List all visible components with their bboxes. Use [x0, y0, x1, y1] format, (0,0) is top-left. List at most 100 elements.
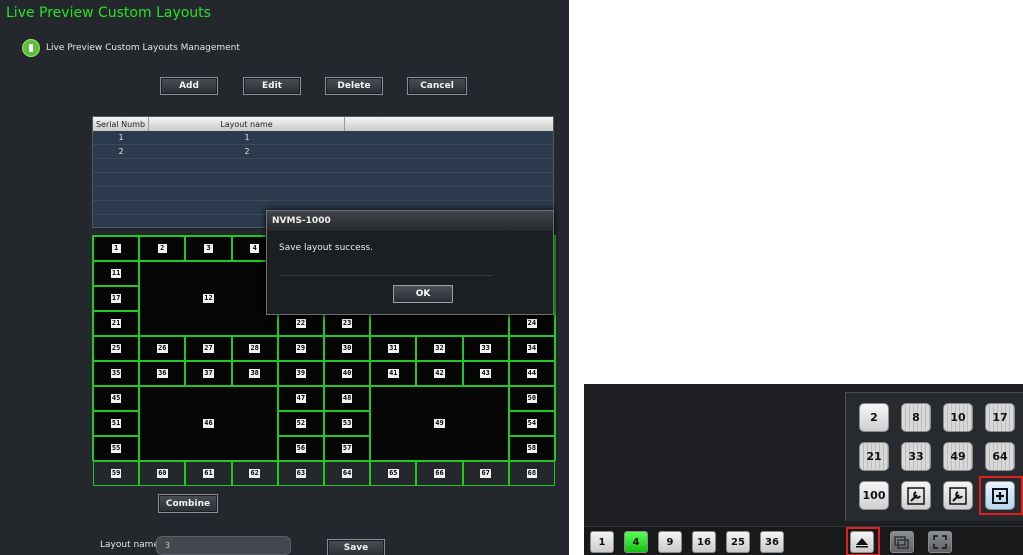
- grid-cell-31[interactable]: 31: [370, 336, 417, 361]
- column-layout-name[interactable]: Layout name: [149, 117, 345, 131]
- grid-cell-63[interactable]: 63: [277, 461, 324, 486]
- layout-10-button[interactable]: 10: [943, 403, 973, 432]
- layout-16-button[interactable]: 16: [692, 531, 716, 553]
- grid-cell-45[interactable]: 45: [93, 386, 140, 411]
- wrench-icon[interactable]: [943, 481, 973, 510]
- layout-49-button[interactable]: 49: [943, 442, 973, 471]
- grid-cell-66[interactable]: 66: [416, 461, 463, 486]
- channel-number: 47: [295, 394, 307, 403]
- grid-cell-3[interactable]: 3: [185, 236, 232, 261]
- grid-cell-27[interactable]: 27: [185, 336, 232, 361]
- channel-number: 59: [110, 469, 122, 478]
- table-row-empty: [93, 173, 553, 187]
- edit-button[interactable]: Edit: [243, 77, 301, 95]
- grid-cell-60[interactable]: 60: [139, 461, 186, 486]
- grid-cell-59[interactable]: 59: [93, 461, 140, 486]
- grid-cell-50[interactable]: 50: [508, 386, 555, 411]
- grid-cell-35[interactable]: 35: [93, 361, 140, 386]
- grid-cell-1[interactable]: 1: [93, 236, 140, 261]
- grid-cell-29[interactable]: 29: [277, 336, 324, 361]
- channel-number: 50: [526, 394, 538, 403]
- channel-number: 35: [110, 369, 122, 378]
- channel-number: 25: [110, 344, 122, 353]
- cancel-button[interactable]: Cancel: [407, 77, 467, 95]
- wrench-icon[interactable]: [901, 481, 931, 510]
- grid-cell-43[interactable]: 43: [462, 361, 509, 386]
- delete-button[interactable]: Delete: [325, 77, 383, 95]
- grid-cell-47[interactable]: 47: [277, 386, 324, 411]
- grid-cell-32[interactable]: 32: [416, 336, 463, 361]
- grid-cell-2[interactable]: 2: [139, 236, 186, 261]
- grid-cell-17[interactable]: 17: [93, 286, 140, 311]
- grid-cell-62[interactable]: 62: [231, 461, 278, 486]
- layout-2-button[interactable]: 2: [859, 403, 889, 432]
- layout-64-button[interactable]: 64: [985, 442, 1015, 471]
- grid-cell-36[interactable]: 36: [139, 361, 186, 386]
- grid-cell-26[interactable]: 26: [139, 336, 186, 361]
- layout-4-button[interactable]: 4: [624, 531, 648, 553]
- column-serial-number[interactable]: Serial Numb: [93, 117, 149, 131]
- grid-cell-54[interactable]: 54: [508, 411, 555, 436]
- grid-cell-65[interactable]: 65: [370, 461, 417, 486]
- grid-cell-40[interactable]: 40: [324, 361, 371, 386]
- grid-cell-44[interactable]: 44: [508, 361, 555, 386]
- grid-cell-28[interactable]: 28: [231, 336, 278, 361]
- grid-cell-48[interactable]: 48: [324, 386, 371, 411]
- grid-cell-12[interactable]: 12: [139, 261, 278, 336]
- layout-17-button[interactable]: 17: [985, 403, 1015, 432]
- grid-cell-38[interactable]: 38: [231, 361, 278, 386]
- grid-cell-25[interactable]: 25: [93, 336, 140, 361]
- table-row-empty: [93, 187, 553, 201]
- channel-number: 51: [110, 419, 122, 428]
- layout-36-button[interactable]: 36: [760, 531, 784, 553]
- grid-cell-68[interactable]: 68: [508, 461, 555, 486]
- grid-cell-30[interactable]: 30: [324, 336, 371, 361]
- grid-cell-53[interactable]: 53: [324, 411, 371, 436]
- layout-1-button[interactable]: 1: [590, 531, 614, 553]
- layout-8-button[interactable]: 8: [901, 403, 931, 432]
- grid-cell-34[interactable]: 34: [508, 336, 555, 361]
- grid-cell-42[interactable]: 42: [416, 361, 463, 386]
- combine-button[interactable]: Combine: [158, 494, 218, 513]
- grid-cell-11[interactable]: 11: [93, 261, 140, 286]
- grid-cell-56[interactable]: 56: [277, 436, 324, 461]
- camera-group-icon[interactable]: [890, 531, 914, 553]
- grid-cell-57[interactable]: 57: [324, 436, 371, 461]
- save-button[interactable]: Save: [327, 539, 385, 555]
- grid-cell-61[interactable]: 61: [185, 461, 232, 486]
- grid-cell-49[interactable]: 49: [370, 386, 509, 461]
- fullscreen-icon[interactable]: [928, 531, 952, 553]
- grid-cell-39[interactable]: 39: [277, 361, 324, 386]
- layout-100-button[interactable]: 100: [859, 481, 889, 510]
- grid-cell-55[interactable]: 55: [93, 436, 140, 461]
- channel-number: 11: [110, 269, 122, 278]
- layout-21-button[interactable]: 21: [859, 442, 889, 471]
- grid-cell-51[interactable]: 51: [93, 411, 140, 436]
- layout-toolbar: 1 4 9 16 25 36: [584, 526, 1023, 555]
- layout-name-input[interactable]: 3: [156, 536, 291, 555]
- grid-cell-37[interactable]: 37: [185, 361, 232, 386]
- grid-cell-41[interactable]: 41: [370, 361, 417, 386]
- grid-cell-33[interactable]: 33: [462, 336, 509, 361]
- add-button[interactable]: Add: [160, 77, 218, 95]
- ok-button[interactable]: OK: [393, 285, 453, 303]
- grid-cell-58[interactable]: 58: [508, 436, 555, 461]
- dialog-separator: [279, 275, 493, 276]
- grid-cell-21[interactable]: 21: [93, 311, 140, 336]
- grid-cell-46[interactable]: 46: [139, 386, 278, 461]
- message-dialog: NVMS-1000 Save layout success. OK: [266, 210, 554, 315]
- table-row[interactable]: 2 2: [93, 145, 553, 159]
- highlight-box: [846, 527, 880, 555]
- channel-number: 60: [157, 469, 168, 478]
- grid-cell-67[interactable]: 67: [462, 461, 509, 486]
- channel-number: 24: [526, 319, 538, 328]
- layout-25-button[interactable]: 25: [726, 531, 750, 553]
- layout-9-button[interactable]: 9: [658, 531, 682, 553]
- grid-cell-52[interactable]: 52: [277, 411, 324, 436]
- layout-33-button[interactable]: 33: [901, 442, 931, 471]
- window-title: Live Preview Custom Layouts: [6, 5, 211, 21]
- table-row[interactable]: 1 1: [93, 131, 553, 145]
- grid-cell-64[interactable]: 64: [324, 461, 371, 486]
- management-label: Live Preview Custom Layouts Management: [46, 43, 240, 53]
- list-header: Serial Numb Layout name: [93, 117, 553, 131]
